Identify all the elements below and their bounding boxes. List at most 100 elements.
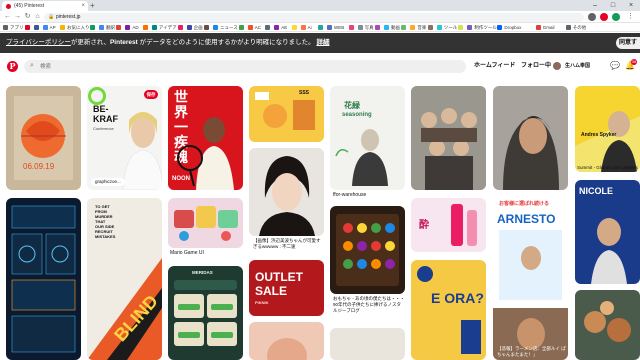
- bookmark-item[interactable]: 動画: [384, 24, 400, 31]
- extension-icon[interactable]: [588, 13, 596, 21]
- forward-icon[interactable]: →: [13, 11, 22, 23]
- pin-title: SALE: [255, 284, 288, 298]
- home-feed-link[interactable]: ホームフィード: [474, 60, 515, 73]
- menu-icon[interactable]: ⋮: [626, 11, 635, 23]
- search-bar[interactable]: ⌕: [24, 60, 466, 73]
- back-icon[interactable]: ←: [3, 11, 12, 23]
- privacy-policy-link[interactable]: プライバシーポリシー: [6, 39, 71, 46]
- pin-card[interactable]: SSS: [249, 86, 324, 142]
- pin-text-block: TO GET FROM MURDER THAT OUR SIDE RECRUIT…: [95, 204, 115, 239]
- bookmark-item[interactable]: [24, 24, 32, 31]
- pin-image: [575, 86, 640, 172]
- bookmark-item[interactable]: 音楽: [410, 24, 426, 31]
- user-name-link[interactable]: 生ハム奉国: [565, 60, 590, 73]
- reload-icon[interactable]: ↻: [23, 11, 32, 23]
- bookmark-item[interactable]: AE: [274, 24, 287, 31]
- avatar[interactable]: [553, 62, 561, 70]
- bookmark-item[interactable]: [204, 24, 211, 31]
- bookmark-item[interactable]: その他: [565, 24, 586, 31]
- pin-card[interactable]: [575, 290, 640, 360]
- bookmark-item[interactable]: 企画: [186, 24, 203, 31]
- bookmark-item[interactable]: アプリ: [3, 24, 24, 31]
- bookmark-item[interactable]: Gmail: [535, 24, 555, 31]
- bookmark-item[interactable]: WEB: [327, 24, 344, 31]
- search-icon: ⌕: [30, 62, 34, 69]
- following-link[interactable]: フォロー中: [521, 60, 551, 73]
- bookmark-item[interactable]: [90, 24, 97, 31]
- bookmark-item[interactable]: [116, 24, 123, 31]
- bookmark-item[interactable]: [458, 24, 465, 31]
- bookmark-item[interactable]: [265, 24, 272, 31]
- pinterest-logo-icon[interactable]: P: [7, 61, 18, 72]
- bookmark-item[interactable]: 制作ツール: [467, 24, 497, 31]
- home-icon[interactable]: ⌂: [33, 11, 42, 23]
- pin-caption[interactable]: 【画像】浜辺美波ちゃんが可愛すぎるwwwww : 不二速: [253, 238, 323, 250]
- pin-card[interactable]: [6, 198, 81, 360]
- bookmark-item[interactable]: [427, 24, 435, 31]
- bookmark-item[interactable]: [291, 24, 299, 31]
- bookmark-item[interactable]: [348, 24, 356, 31]
- pin-card[interactable]: 酔: [411, 198, 486, 252]
- address-bar[interactable]: 🔒 pinterest.jp: [44, 12, 584, 22]
- minimize-icon[interactable]: –: [586, 0, 604, 11]
- bookmark-item[interactable]: Dropbox: [497, 24, 521, 31]
- accept-button[interactable]: 同意す: [616, 37, 640, 49]
- pin-card[interactable]: [249, 322, 324, 360]
- bookmark-item[interactable]: [142, 24, 150, 31]
- pin-card[interactable]: [330, 328, 405, 360]
- pin-card[interactable]: NICOLE: [575, 180, 640, 284]
- pin-card[interactable]: 花緑 seasoning: [330, 86, 405, 190]
- pin-card[interactable]: OUTLET SALE PIKNIK: [249, 260, 324, 316]
- bookmark-item[interactable]: AC: [247, 24, 261, 31]
- bookmark-item[interactable]: [375, 24, 382, 31]
- bookmark-item[interactable]: [33, 24, 41, 31]
- bookmark-item[interactable]: AP: [42, 24, 56, 31]
- pin-link-chip[interactable]: graphiczoe...: [91, 178, 125, 186]
- pin-image: [174, 280, 237, 346]
- pin-card[interactable]: TO GET FROM MURDER THAT OUR SIDE RECRUIT…: [87, 198, 162, 360]
- pin-card[interactable]: Andres Spyker: [575, 86, 640, 172]
- pin-card[interactable]: [330, 206, 405, 294]
- new-tab-button[interactable]: +: [90, 0, 95, 11]
- bookmark-label: 動画: [391, 25, 400, 30]
- pin-image: [267, 338, 307, 360]
- close-tab-icon[interactable]: ×: [81, 1, 85, 11]
- bookmark-item[interactable]: [238, 24, 246, 31]
- pin-card[interactable]: E ORA?: [411, 260, 486, 360]
- bookmark-item[interactable]: [401, 24, 408, 31]
- pin-card[interactable]: お客様に選ばれ続ける ARNESTO 【悲報】ラーメン店、全部ルイ ぱちゃんまた…: [493, 198, 568, 360]
- bookmark-item[interactable]: 翻訳: [99, 24, 115, 31]
- save-button[interactable]: 保存: [144, 90, 158, 99]
- bookmark-item[interactable]: Ai: [300, 24, 312, 31]
- bookmark-item[interactable]: ツール: [436, 24, 457, 31]
- messages-icon[interactable]: 💬: [610, 61, 620, 71]
- extension-icon[interactable]: [612, 13, 620, 21]
- bookmark-item[interactable]: [177, 24, 185, 31]
- pin-caption[interactable]: Mario Game UI: [170, 250, 204, 257]
- pin-card[interactable]: [168, 198, 243, 248]
- search-input[interactable]: [40, 60, 460, 73]
- pin-caption[interactable]: おもちゃ - あの頃の僕たちは・・・ 90年代の子供たちに捧げるノスタルジーブロ…: [333, 296, 405, 314]
- maximize-icon[interactable]: □: [604, 0, 622, 11]
- pin-card[interactable]: [411, 86, 486, 190]
- pin-card[interactable]: BE- KRAF Conference 保存 graphiczoe...: [87, 86, 162, 190]
- bookmark-item[interactable]: 写真: [357, 24, 374, 31]
- pinterest-extension-icon[interactable]: [600, 13, 608, 21]
- bookmark-item[interactable]: アイデア: [151, 24, 177, 31]
- pin-card[interactable]: [249, 148, 324, 236]
- bookmark-item[interactable]: お気に入り: [60, 24, 90, 31]
- bookmark-favicon-icon: [467, 25, 473, 30]
- close-window-icon[interactable]: ×: [622, 0, 640, 11]
- pin-card[interactable]: [493, 86, 568, 190]
- bookmark-item[interactable]: ニュース: [213, 24, 238, 31]
- bookmark-item[interactable]: AD: [125, 24, 139, 31]
- bookmark-item[interactable]: [318, 24, 325, 31]
- pin-caption[interactable]: ffor-warehouse: [333, 192, 366, 199]
- pin-caption[interactable]: Summit - Global Latin Leaders: [577, 164, 638, 171]
- bookmark-favicon-icon: [401, 25, 407, 30]
- pin-card[interactable]: 世界一疾魂 NOON: [168, 86, 243, 190]
- pin-card[interactable]: 06.09.19: [6, 86, 81, 190]
- banner-detail-link[interactable]: 詳細: [316, 39, 329, 46]
- pin-card[interactable]: MERIDAS: [168, 266, 243, 360]
- browser-tab[interactable]: (45) Pinterest ×: [2, 1, 88, 11]
